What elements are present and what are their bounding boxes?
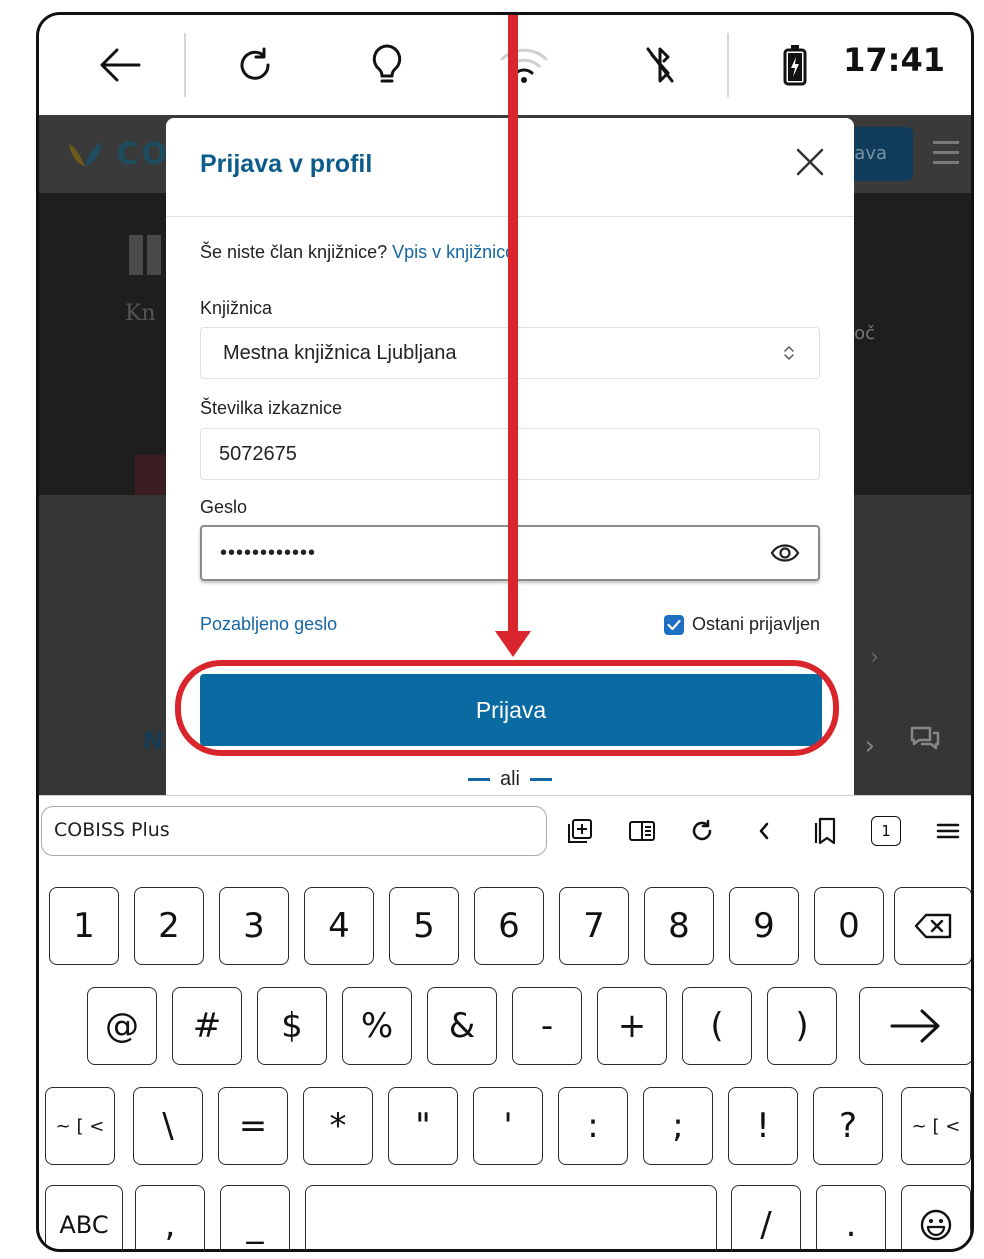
key-single-quote[interactable]: ' bbox=[473, 1087, 543, 1165]
bookmark-icon[interactable] bbox=[809, 814, 843, 848]
wifi-icon[interactable] bbox=[493, 39, 555, 91]
show-password-eye-icon[interactable] bbox=[770, 541, 800, 571]
abc-key[interactable]: ABC bbox=[45, 1185, 123, 1249]
space-key[interactable] bbox=[305, 1185, 717, 1249]
library-label: Knjižnica bbox=[200, 298, 273, 318]
annotation-highlight-ring bbox=[175, 660, 839, 756]
chevron-right-icon: › bbox=[870, 645, 879, 670]
url-bar[interactable]: COBISS Plus bbox=[41, 806, 547, 856]
key-8[interactable]: 8 bbox=[644, 887, 714, 965]
key-paren-close[interactable]: ) bbox=[767, 987, 837, 1065]
library-value: Mestna knjižnica Ljubljana bbox=[223, 341, 457, 364]
status-bar: 17:41 bbox=[39, 15, 971, 115]
symbols-toggle-right-key[interactable]: ~ [ < bbox=[901, 1087, 971, 1165]
add-bookmark-icon[interactable] bbox=[563, 814, 597, 848]
key-comma[interactable]: , bbox=[135, 1185, 205, 1249]
card-number-value: 5072675 bbox=[219, 442, 297, 465]
annotation-arrow-head bbox=[495, 631, 531, 657]
key-backslash[interactable]: \ bbox=[133, 1087, 203, 1165]
refresh-icon[interactable] bbox=[229, 39, 281, 91]
tab-count: 1 bbox=[871, 816, 901, 846]
key-colon[interactable]: : bbox=[558, 1087, 628, 1165]
annotation-arrow-shaft bbox=[508, 15, 518, 633]
key-semicolon[interactable]: ; bbox=[643, 1087, 713, 1165]
or-separator: ali bbox=[166, 768, 854, 791]
key-4[interactable]: 4 bbox=[304, 887, 374, 965]
password-label: Geslo bbox=[200, 497, 248, 517]
on-screen-keyboard: 1 2 3 4 5 6 7 8 9 0 @ # $% & - +() ~ [ < \ = * " ':;!? ~ [ < AB… bbox=[39, 867, 971, 1249]
device-screen: 17:41 COB java Kn oč N › › Prijava v pro… bbox=[36, 12, 974, 1252]
key-equals[interactable]: = bbox=[218, 1087, 288, 1165]
not-member-text: Še niste član knjižnice? bbox=[200, 242, 388, 262]
browser-toolbar: COBISS Plus 1 bbox=[39, 795, 971, 868]
chat-icon bbox=[909, 725, 941, 759]
key-slash[interactable]: / bbox=[731, 1185, 801, 1249]
stay-logged-in-label: Ostani prijavljen bbox=[691, 614, 820, 634]
card-number-label: Številka izkaznice bbox=[200, 398, 343, 418]
select-arrows-icon bbox=[783, 344, 795, 368]
hamburger-menu-icon bbox=[933, 141, 959, 171]
checkmark-icon bbox=[667, 619, 681, 630]
hero-text: Kn bbox=[125, 301, 156, 326]
key-9[interactable]: 9 bbox=[729, 887, 799, 965]
key-1[interactable]: 1 bbox=[49, 887, 119, 965]
backspace-key[interactable] bbox=[894, 887, 971, 965]
backspace-icon bbox=[914, 913, 952, 939]
stay-logged-in-option[interactable]: Ostani prijavljen bbox=[663, 614, 820, 635]
key-hash[interactable]: # bbox=[172, 987, 242, 1065]
key-underscore[interactable]: _ bbox=[220, 1185, 290, 1249]
key-at[interactable]: @ bbox=[87, 987, 157, 1065]
book-icon bbox=[129, 235, 161, 275]
modal-title: Prijava v profil bbox=[200, 150, 373, 178]
status-separator bbox=[727, 33, 729, 97]
or-text: ali bbox=[499, 768, 520, 790]
key-period[interactable]: . bbox=[816, 1185, 886, 1249]
key-question[interactable]: ? bbox=[813, 1087, 883, 1165]
key-3[interactable]: 3 bbox=[219, 887, 289, 965]
lightbulb-icon[interactable] bbox=[361, 39, 413, 91]
partial-heading: N bbox=[143, 727, 164, 755]
key-0[interactable]: 0 bbox=[814, 887, 884, 965]
reader-mode-icon[interactable] bbox=[625, 814, 659, 848]
menu-icon[interactable] bbox=[931, 814, 965, 848]
key-exclamation[interactable]: ! bbox=[728, 1087, 798, 1165]
symbols-toggle-left-key[interactable]: ~ [ < bbox=[45, 1087, 115, 1165]
stay-logged-in-checkbox[interactable] bbox=[663, 614, 684, 635]
password-value: •••••••••••• bbox=[220, 541, 317, 564]
key-2[interactable]: 2 bbox=[134, 887, 204, 965]
bluetooth-off-icon[interactable] bbox=[635, 39, 685, 91]
enroll-link[interactable]: Vpis v knjižnico bbox=[392, 242, 515, 262]
emoji-key[interactable] bbox=[901, 1185, 971, 1249]
back-chevron-icon[interactable] bbox=[747, 814, 781, 848]
key-6[interactable]: 6 bbox=[474, 887, 544, 965]
key-double-quote[interactable]: " bbox=[388, 1087, 458, 1165]
key-percent[interactable]: % bbox=[342, 987, 412, 1065]
close-icon[interactable] bbox=[794, 146, 826, 178]
key-plus[interactable]: + bbox=[597, 987, 667, 1065]
key-dollar[interactable]: $ bbox=[257, 987, 327, 1065]
reload-icon[interactable] bbox=[685, 814, 719, 848]
key-ampersand[interactable]: & bbox=[427, 987, 497, 1065]
status-separator bbox=[184, 33, 186, 97]
tabs-icon[interactable]: 1 bbox=[869, 814, 903, 848]
enter-arrow-icon bbox=[890, 1009, 940, 1043]
not-member-line: Še niste član knjižnice? Vpis v knjižnic… bbox=[200, 242, 515, 263]
key-7[interactable]: 7 bbox=[559, 887, 629, 965]
back-arrow-icon[interactable] bbox=[91, 39, 147, 91]
key-5[interactable]: 5 bbox=[389, 887, 459, 965]
battery-charging-icon[interactable] bbox=[775, 39, 815, 91]
emoji-icon bbox=[920, 1209, 952, 1241]
enter-key[interactable] bbox=[859, 987, 971, 1065]
key-asterisk[interactable]: * bbox=[303, 1087, 373, 1165]
hero-right-text: oč bbox=[854, 323, 875, 344]
chevron-right-icon: › bbox=[864, 731, 875, 761]
forgot-password-link[interactable]: Pozabljeno geslo bbox=[200, 614, 337, 635]
key-minus[interactable]: - bbox=[512, 987, 582, 1065]
clock-time: 17:41 bbox=[843, 41, 945, 79]
key-paren-open[interactable]: ( bbox=[682, 987, 752, 1065]
